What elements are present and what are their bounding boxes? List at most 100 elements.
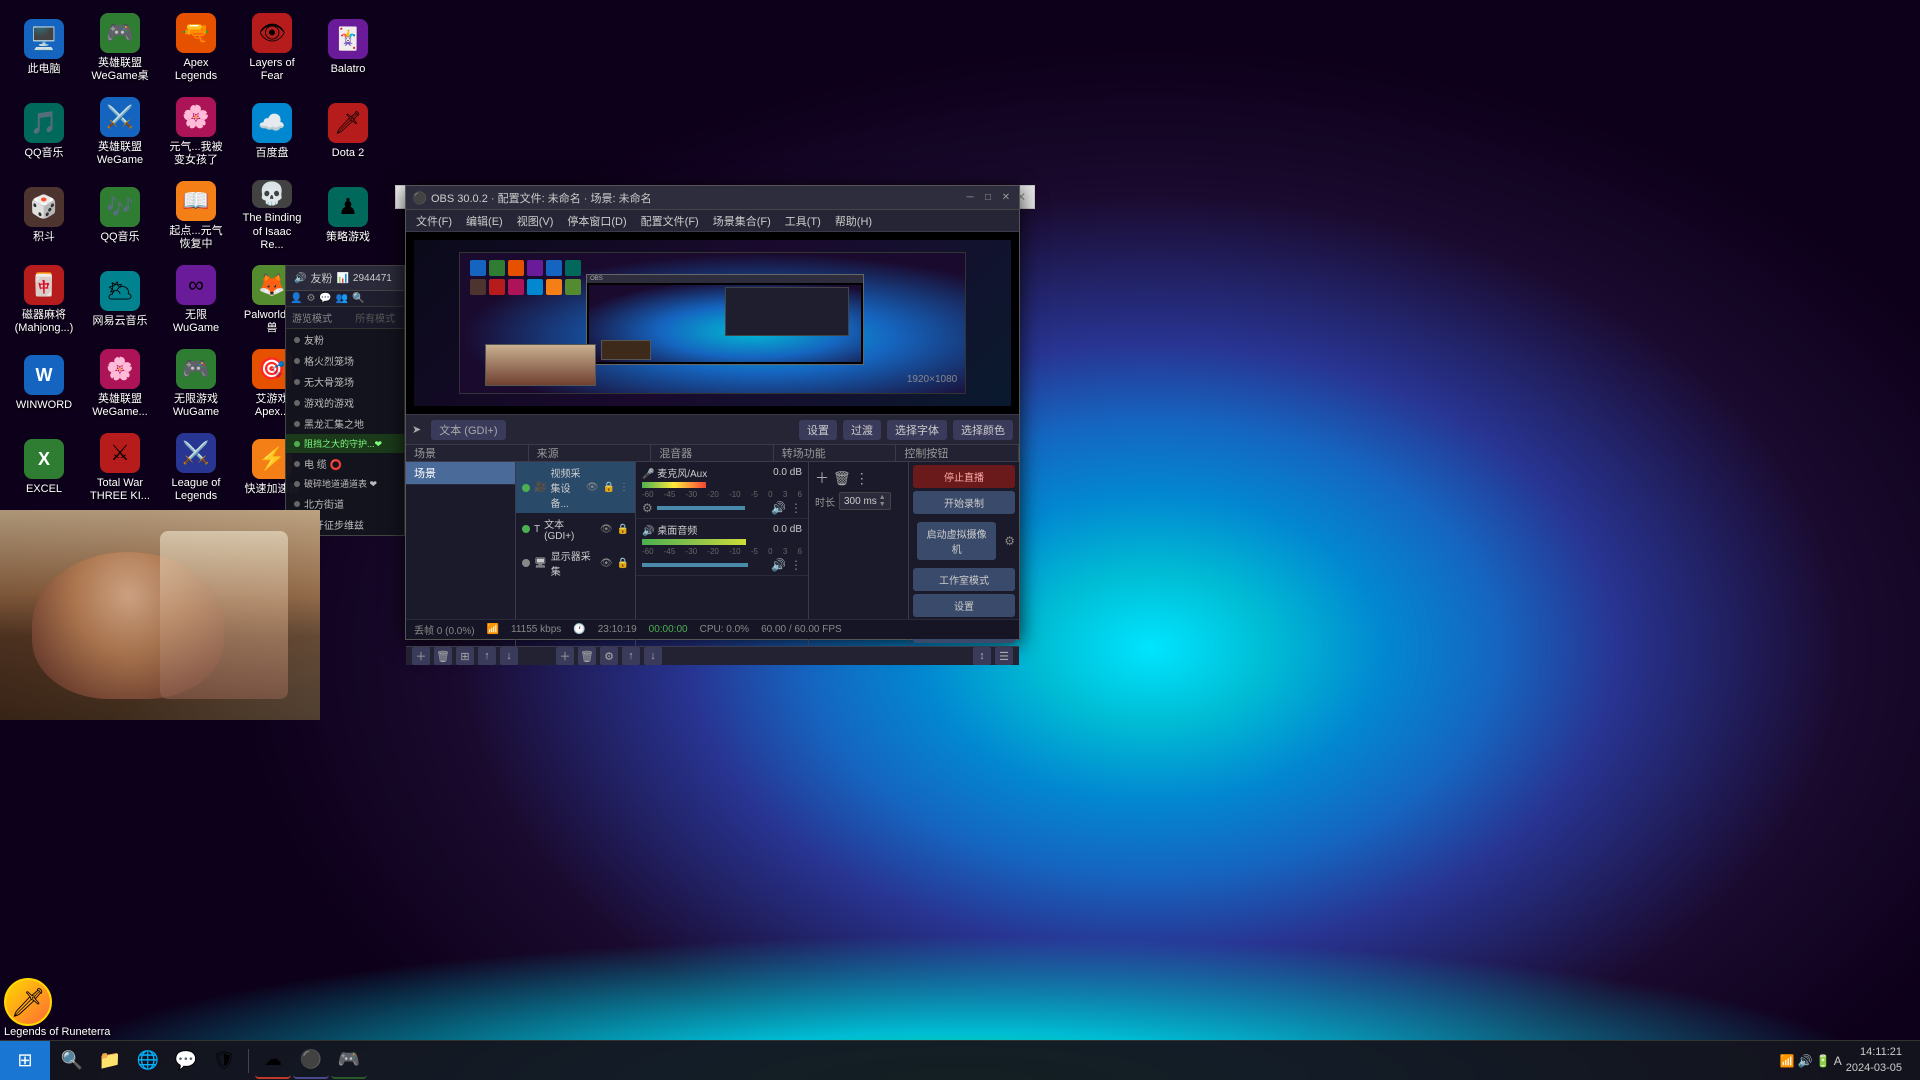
mixer-mic-more-icon[interactable]: ⋮ bbox=[790, 501, 802, 515]
source-lock3-icon[interactable]: 🔒 bbox=[617, 558, 629, 569]
desktop-icon-lol[interactable]: ⚔️ League of Legends bbox=[160, 428, 232, 508]
source-up-button[interactable]: ↑ bbox=[622, 647, 640, 665]
taskbar-volume-icon[interactable]: 🔊 bbox=[1798, 1054, 1813, 1068]
transitions-duration-input[interactable]: 300 ms ▲ ▼ bbox=[839, 492, 891, 510]
desktop-icon-computer[interactable]: 🖥️ 此电脑 bbox=[8, 8, 80, 88]
obs-close-button[interactable]: ✕ bbox=[999, 191, 1013, 205]
taskbar-input-icon[interactable]: A bbox=[1834, 1054, 1842, 1068]
source-props-button[interactable]: ⚙ bbox=[600, 647, 618, 665]
mixer-mic-settings-icon[interactable]: ⚙ bbox=[642, 501, 653, 515]
mixer-menu-button[interactable]: ☰ bbox=[995, 647, 1013, 665]
taskbar-browser[interactable]: 🌐 bbox=[130, 1043, 166, 1079]
desktop-icon-dota2[interactable]: 🗡 Dota 2 bbox=[312, 92, 384, 172]
desktop-icon-qq[interactable]: 🎵 QQ音乐 bbox=[8, 92, 80, 172]
source-down-button[interactable]: ↓ bbox=[644, 647, 662, 665]
mixer-add-button[interactable]: ↕ bbox=[973, 647, 991, 665]
obs-menu-tools[interactable]: 工具(T) bbox=[779, 211, 827, 231]
desktop-icon-isaac[interactable]: 💀 The Binding of Isaac Re... bbox=[236, 176, 308, 256]
obs-minimize-button[interactable]: ─ bbox=[963, 191, 977, 205]
add-scene-button[interactable]: ＋ bbox=[412, 647, 430, 665]
source-eye3-icon[interactable]: 👁 bbox=[600, 558, 613, 569]
obs-select-font-btn[interactable]: 选择字体 bbox=[887, 420, 947, 440]
desktop-icon-totalwar[interactable]: ⚔ Total War THREE KI... bbox=[84, 428, 156, 508]
desktop-icon-jidou[interactable]: 🎲 积斗 bbox=[8, 176, 80, 256]
desktop-icon-mahjong[interactable]: 🀄 磁器麻将(Mahjong...) bbox=[8, 260, 80, 340]
obs-select-color-btn[interactable]: 选择颜色 bbox=[953, 420, 1013, 440]
obs-transitions-btn[interactable]: 过渡 bbox=[843, 420, 881, 440]
obs-gdi-text[interactable]: 文本 (GDI+) bbox=[431, 420, 505, 440]
transitions-more-icon[interactable]: ⋮ bbox=[855, 470, 869, 487]
taskbar-files[interactable]: 📁 bbox=[92, 1043, 128, 1079]
taskbar-search[interactable]: 🔍 bbox=[54, 1043, 90, 1079]
scene-item-cable[interactable]: 电 缆 ⭕ bbox=[286, 453, 404, 474]
obs-menu-edit[interactable]: 编辑(E) bbox=[460, 211, 509, 231]
scene-item-gehuolie[interactable]: 格火烈笼场 bbox=[286, 350, 404, 371]
desktop-icon-wegame[interactable]: 🎮 英雄联盟WeGame桌 bbox=[84, 8, 156, 88]
desktop-icon-wugame2[interactable]: 🎮 无限游戏WuGame bbox=[160, 344, 232, 424]
taskbar-obs[interactable]: ⚫ bbox=[293, 1043, 329, 1079]
taskbar-game[interactable]: 🎮 bbox=[331, 1043, 367, 1079]
mixer-desktop-mute-icon[interactable]: 🔊 bbox=[771, 558, 786, 572]
taskbar-time[interactable]: 14:11:21 2024-03-05 bbox=[1846, 1045, 1902, 1076]
obs-menu-view[interactable]: 视图(V) bbox=[511, 211, 560, 231]
obs-menu-file[interactable]: 文件(F) bbox=[410, 211, 458, 231]
stop-stream-button[interactable]: 停止直播 bbox=[913, 465, 1015, 488]
taskbar-battery-icon[interactable]: 🔋 bbox=[1816, 1054, 1831, 1068]
desktop-icon-qqmusic2[interactable]: 🎶 QQ音乐 bbox=[84, 176, 156, 256]
duration-down-icon[interactable]: ▼ bbox=[879, 501, 886, 508]
obs-settings-btn[interactable]: 设置 bbox=[799, 420, 837, 440]
source-eye2-icon[interactable]: 👁 bbox=[600, 524, 613, 535]
source-lock2-icon[interactable]: 🔒 bbox=[617, 524, 629, 535]
mixer-desktop-more-icon[interactable]: ⋮ bbox=[790, 558, 802, 572]
transitions-del-icon[interactable]: 🗑 bbox=[833, 470, 851, 487]
obs-menu-help[interactable]: 帮助(H) bbox=[829, 211, 878, 231]
transitions-add-icon[interactable]: ＋ bbox=[815, 468, 829, 488]
obs-menu-scenecoll[interactable]: 场景集合(F) bbox=[707, 211, 777, 231]
start-record-button[interactable]: 开始录制 bbox=[913, 491, 1015, 514]
add-source-button[interactable]: ＋ bbox=[556, 647, 574, 665]
remove-scene-button[interactable]: 🗑 bbox=[434, 647, 452, 665]
taskbar-network-icon[interactable]: 📶 bbox=[1780, 1054, 1795, 1068]
scene-item-heilong[interactable]: 黑龙汇集之地 bbox=[286, 413, 404, 434]
scene-item-youxideyouxi[interactable]: 游戏的游戏 bbox=[286, 392, 404, 413]
desktop-icon-wegame3[interactable]: 🌸 英雄联盟WeGame... bbox=[84, 344, 156, 424]
studio-mode-button[interactable]: 工作室模式 bbox=[913, 568, 1015, 591]
taskbar-chat[interactable]: 💬 bbox=[168, 1043, 204, 1079]
desktop-icon-strategy[interactable]: ♟ 策略游戏 bbox=[312, 176, 384, 256]
source-item-display[interactable]: 🖥 显示器采集 👁 🔒 bbox=[516, 545, 635, 581]
remove-source-button[interactable]: 🗑 bbox=[578, 647, 596, 665]
source-eye-icon[interactable]: 👁 bbox=[586, 482, 599, 493]
taskbar-shield[interactable]: 🛡 bbox=[206, 1043, 242, 1079]
source-item-camera[interactable]: 🎥 视频采集设备... 👁 🔒 ⋮ bbox=[516, 462, 635, 513]
mixer-mic-mute-icon[interactable]: 🔊 bbox=[771, 501, 786, 515]
source-lock-icon[interactable]: 🔒 bbox=[603, 482, 615, 493]
desktop-icon-baidu[interactable]: ☁️ 百度盘 bbox=[236, 92, 308, 172]
desktop-icon-winword[interactable]: W WINWORD bbox=[8, 344, 80, 424]
obs-menu-dock[interactable]: 停本窗口(D) bbox=[561, 211, 632, 231]
virtual-camera-settings-icon[interactable]: ⚙ bbox=[1004, 534, 1015, 548]
mixer-mic-volume-slider[interactable] bbox=[657, 506, 767, 510]
scene-item-main[interactable]: 场景 bbox=[406, 462, 515, 485]
desktop-icon-netease[interactable]: 🌥 网易云音乐 bbox=[84, 260, 156, 340]
desktop-icon-balatro[interactable]: 🃏 Balatro bbox=[312, 8, 384, 88]
desktop-icon-wugame[interactable]: ∞ 无限WuGame bbox=[160, 260, 232, 340]
duration-up-icon[interactable]: ▲ bbox=[879, 494, 886, 501]
obs-maximize-button[interactable]: □ bbox=[981, 191, 995, 205]
source-item-text[interactable]: T 文本 (GDI+) 👁 🔒 bbox=[516, 513, 635, 545]
scene-item-wudaguo[interactable]: 无大骨笼场 bbox=[286, 371, 404, 392]
scene-item-youfen[interactable]: 友粉 bbox=[286, 329, 404, 350]
desktop-icon-yuanli[interactable]: 🌸 元气...我被变女孩了 bbox=[160, 92, 232, 172]
start-button[interactable]: ⊞ bbox=[0, 1041, 50, 1080]
move-up-button[interactable]: ↑ bbox=[478, 647, 496, 665]
desktop-icon-layers-of-fear[interactable]: 👁 Layers of Fear bbox=[236, 8, 308, 88]
desktop-icon-excel[interactable]: X EXCEL bbox=[8, 428, 80, 508]
desktop-icon-apex[interactable]: 🔫 Apex Legends bbox=[160, 8, 232, 88]
desktop-icon-wegame2[interactable]: ⚔️ 英雄联盟WeGame bbox=[84, 92, 156, 172]
scene-item-posui[interactable]: 破碎地道通道表 ❤ bbox=[286, 474, 404, 493]
desktop-icon-qidian[interactable]: 📖 起点...元气恢复中 bbox=[160, 176, 232, 256]
virtual-camera-button[interactable]: 启动虚拟摄像机 bbox=[917, 522, 996, 560]
taskbar-netease[interactable]: ☁ bbox=[255, 1043, 291, 1079]
move-down-button[interactable]: ↓ bbox=[500, 647, 518, 665]
mixer-desktop-volume-slider[interactable] bbox=[642, 563, 767, 567]
scene-item-zhudang[interactable]: 阻挡之大的守护...❤ bbox=[286, 434, 404, 453]
